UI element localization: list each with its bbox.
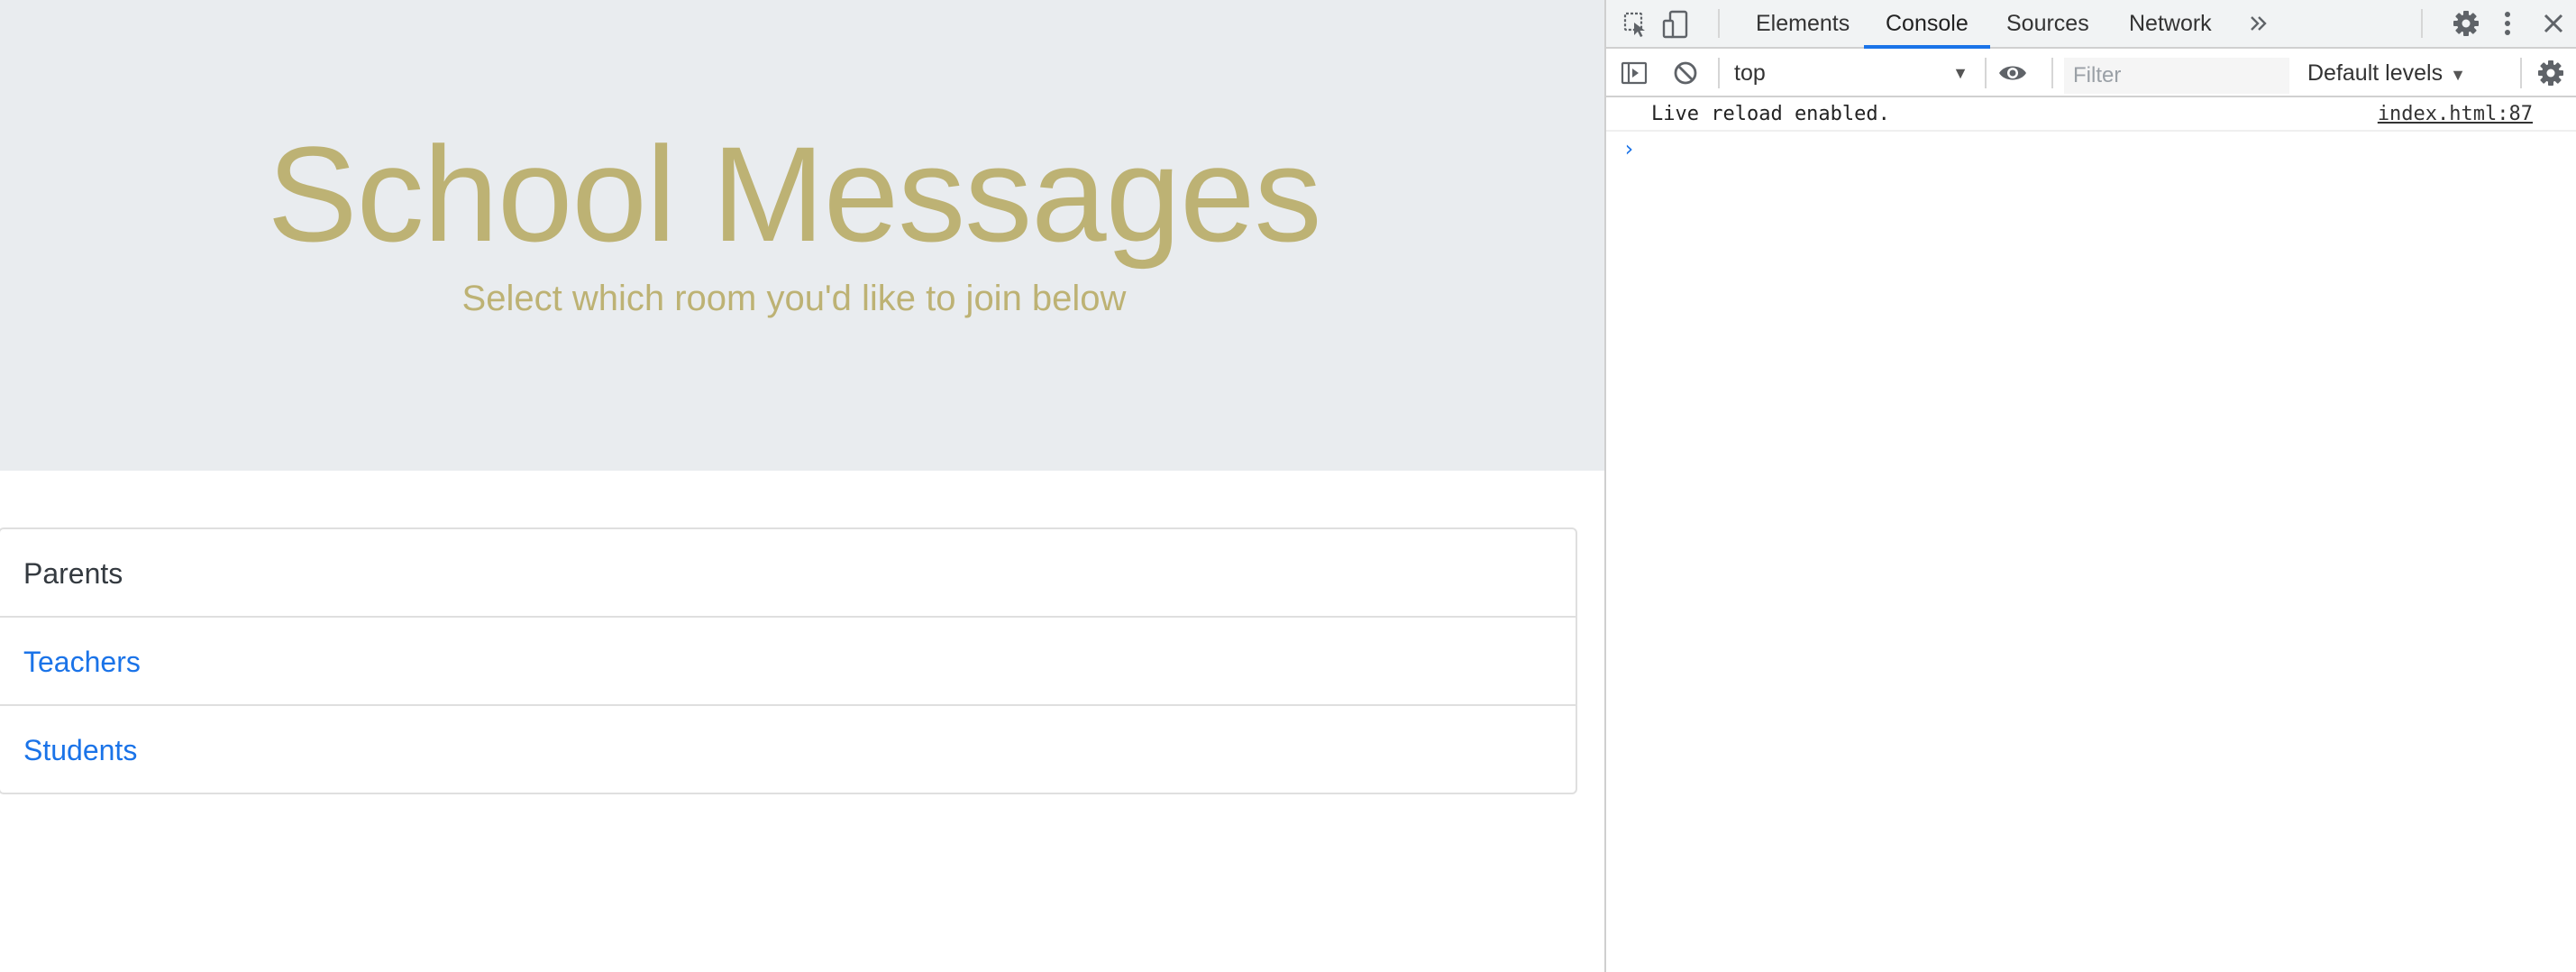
tab-console[interactable]: Console [1864,0,1990,49]
console-settings-gear-icon[interactable] [2536,59,2565,87]
jumbotron: School Messages Select which room you'd … [0,0,1604,471]
room-list: Parents Teachers Students [0,527,1577,794]
console-filter-input[interactable] [2064,58,2289,94]
devtools-tab-bar: Elements Console Sources Network [1606,0,2576,49]
toolbar-divider-3 [2051,58,2053,88]
toolbar-divider-4 [2520,58,2522,88]
inspect-element-icon[interactable] [1622,11,1649,38]
close-icon[interactable] [2542,12,2565,35]
toolbar-divider-2 [1985,58,1987,88]
room-item-parents[interactable]: Parents [0,529,1576,618]
console-toolbar: top ▼ Default levels ▼ [1606,49,2576,97]
tab-bar-divider [1718,9,1720,38]
console-input[interactable] [1651,133,2553,164]
caret-down-icon: ▼ [2450,66,2466,84]
sidebar-toggle-icon[interactable] [1621,60,1648,87]
device-toolbar-icon[interactable] [1662,10,1689,39]
context-selector[interactable]: top ▼ [1734,56,1969,90]
double-chevron-right-icon[interactable] [2248,13,2270,34]
log-levels-label: Default levels [2307,60,2444,86]
console-message-row: Live reload enabled. index.html:87 [1606,97,2576,132]
room-item-students[interactable]: Students [0,706,1576,793]
gear-icon[interactable] [2452,9,2480,38]
tab-network[interactable]: Network [2107,0,2233,47]
tab-bar-divider-right [2421,9,2423,38]
tab-elements[interactable]: Elements [1734,0,1871,47]
webpage-viewport: School Messages Select which room you'd … [0,0,1604,972]
kebab-menu-icon[interactable] [2500,9,2515,38]
log-levels-dropdown[interactable]: Default levels ▼ [2307,56,2466,90]
toolbar-divider [1718,58,1720,88]
page-subtitle: Select which room you'd like to join bel… [461,279,1127,318]
page-title: School Messages [267,118,1322,270]
console-message-source-link[interactable]: index.html:87 [2378,103,2533,126]
context-selector-value: top [1734,60,1766,86]
console-message-text: Live reload enabled. [1651,103,1890,125]
console-prompt-chevron-icon: › [1622,136,1636,161]
clear-console-icon[interactable] [1673,60,1698,86]
eye-icon[interactable] [1997,61,2028,85]
devtools-panel: Elements Console Sources Network top ▼ F… [1604,0,2576,972]
tab-sources[interactable]: Sources [1985,0,2111,47]
caret-down-icon: ▼ [1952,64,1969,82]
room-item-teachers[interactable]: Teachers [0,618,1576,706]
